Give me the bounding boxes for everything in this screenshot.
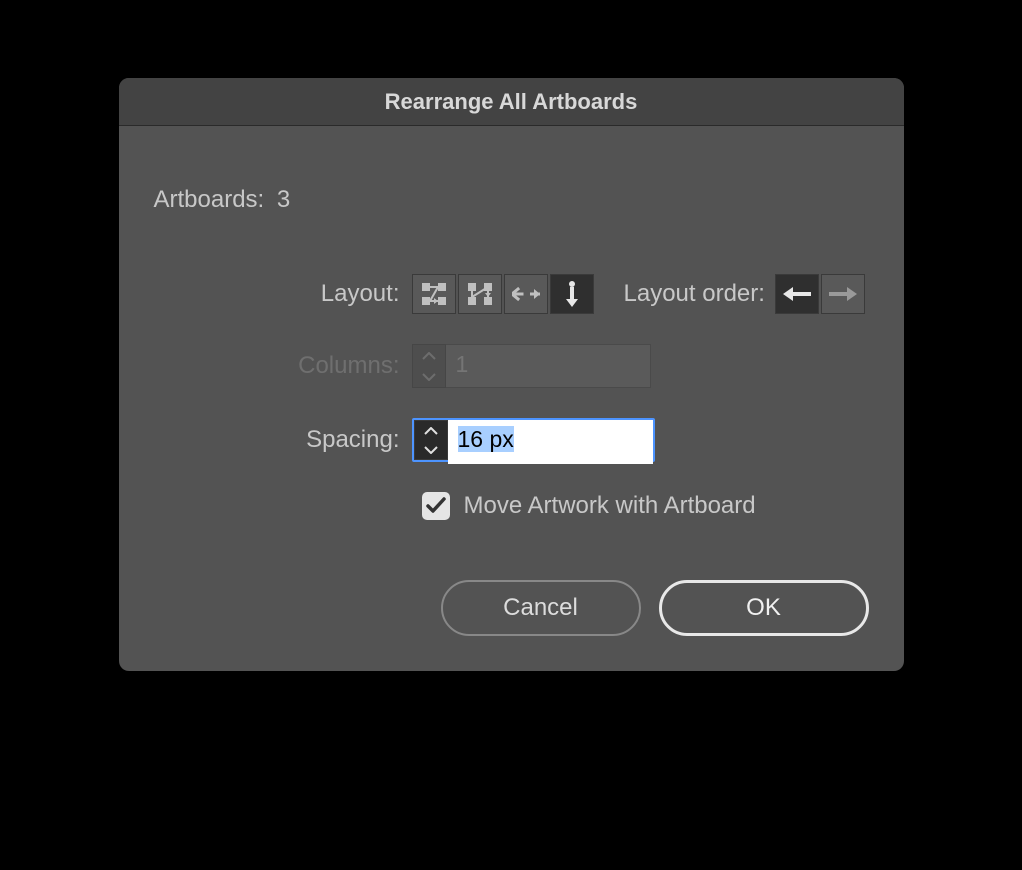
- columns-input: 1: [446, 344, 651, 388]
- layout-order-label: Layout order:: [624, 280, 765, 308]
- layout-arrange-by-row-button[interactable]: [504, 274, 548, 314]
- layout-grid-by-column-button[interactable]: [458, 274, 502, 314]
- spacing-stepper[interactable]: [414, 420, 448, 460]
- arrow-down-icon: [564, 281, 580, 307]
- artboards-count: 3: [277, 186, 290, 213]
- columns-row: Columns: 1: [154, 344, 869, 388]
- arrow-left-icon: [783, 286, 811, 302]
- layout-grid-by-row-button[interactable]: [412, 274, 456, 314]
- columns-stepper-up: [413, 345, 445, 366]
- checkmark-icon: [426, 497, 446, 515]
- dialog-titlebar: Rearrange All Artboards: [119, 78, 904, 126]
- layout-options-group: [412, 274, 594, 314]
- arrow-right-icon: [829, 286, 857, 302]
- spacing-value: 16 px: [458, 426, 514, 452]
- move-artwork-row: Move Artwork with Artboard: [422, 492, 869, 520]
- columns-stepper: [412, 344, 446, 388]
- layout-row: Layout:: [154, 274, 869, 314]
- grid-n-icon: [467, 282, 493, 306]
- layout-order-ltr-button[interactable]: [775, 274, 819, 314]
- arrow-left-right-icon: [512, 286, 540, 302]
- columns-input-group: 1: [412, 344, 651, 388]
- spacing-stepper-down[interactable]: [415, 440, 447, 459]
- layout-arrange-by-column-button[interactable]: [550, 274, 594, 314]
- dialog-buttons: Cancel OK: [154, 580, 869, 636]
- artboards-count-row: Artboards: 3: [154, 186, 869, 214]
- columns-label: Columns:: [154, 352, 412, 380]
- layout-label: Layout:: [154, 280, 412, 308]
- dialog-content: Artboards: 3 Layout:: [119, 126, 904, 671]
- chevron-down-icon: [424, 446, 438, 454]
- artboards-label: Artboards:: [154, 186, 265, 213]
- spacing-row: Spacing: 16 px: [154, 418, 869, 462]
- rearrange-artboards-dialog: Rearrange All Artboards Artboards: 3 Lay…: [119, 78, 904, 671]
- layout-order-group: [775, 274, 865, 314]
- spacing-stepper-up[interactable]: [415, 421, 447, 440]
- spacing-input[interactable]: 16 px: [448, 420, 653, 464]
- grid-z-icon: [421, 282, 447, 306]
- move-artwork-label: Move Artwork with Artboard: [464, 492, 756, 520]
- dialog-title: Rearrange All Artboards: [385, 89, 638, 115]
- chevron-up-icon: [422, 352, 436, 360]
- columns-stepper-down: [413, 366, 445, 387]
- ok-button[interactable]: OK: [659, 580, 869, 636]
- layout-order-rtl-button[interactable]: [821, 274, 865, 314]
- spacing-input-group: 16 px: [412, 418, 655, 462]
- chevron-up-icon: [424, 427, 438, 435]
- chevron-down-icon: [422, 373, 436, 381]
- cancel-button[interactable]: Cancel: [441, 580, 641, 636]
- move-artwork-checkbox[interactable]: [422, 492, 450, 520]
- spacing-label: Spacing:: [154, 426, 412, 454]
